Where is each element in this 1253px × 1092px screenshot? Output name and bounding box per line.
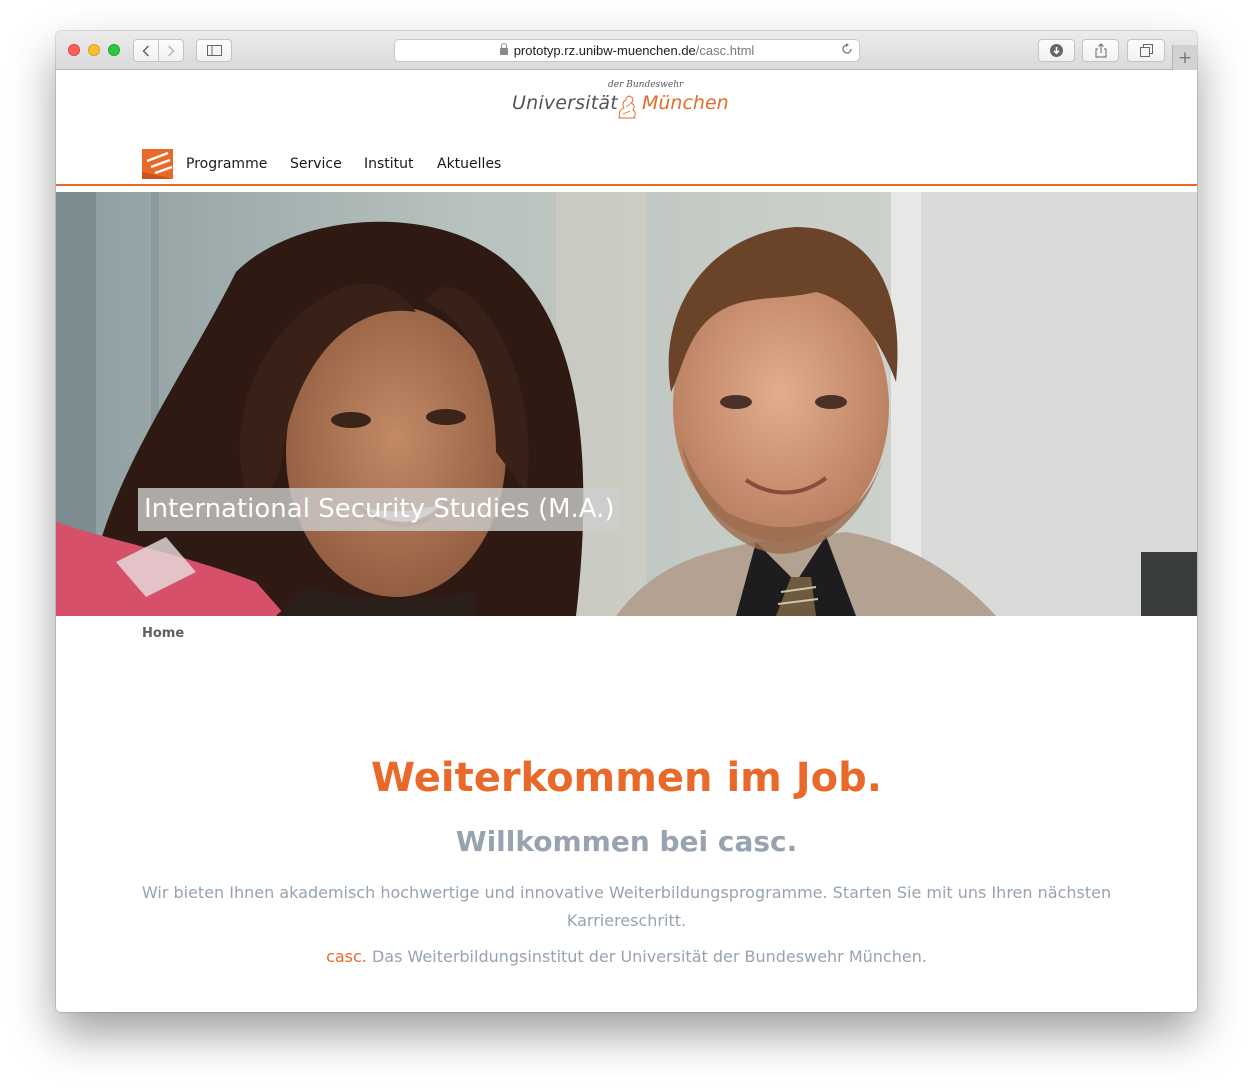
url-path: /casc.html [695,43,755,58]
logo-text-left: Universität [512,92,618,114]
address-bar[interactable]: prototyp.rz.unibw-muenchen.de/casc.html [394,39,860,62]
nav-item-institut[interactable]: Institut [364,156,414,172]
tabs-icon [1139,44,1153,57]
page-subheadline: Willkommen bei casc. [455,825,798,858]
chevron-left-icon [142,44,150,57]
chevron-right-icon [167,44,175,57]
zoom-window-icon[interactable] [108,44,120,56]
hero-banner[interactable]: International Security Studies (M.A.) [56,192,1197,616]
share-icon [1095,43,1106,58]
reload-icon[interactable] [841,42,853,58]
nav-item-programme[interactable]: Programme [186,156,267,172]
sidebar-icon [206,45,222,56]
back-button[interactable] [133,39,159,62]
new-tab-button[interactable]: + [1172,45,1197,70]
download-icon [1050,44,1063,57]
hero-photo [56,192,1197,616]
downloads-button[interactable] [1038,39,1075,62]
plus-icon: + [1177,47,1193,68]
hero-caption[interactable]: International Security Studies (M.A.) [138,488,621,531]
minimize-window-icon[interactable] [88,44,100,56]
crest-icon [618,95,636,119]
tab-overview-button[interactable] [1127,39,1165,62]
breadcrumb-home[interactable]: Home [142,626,184,641]
nav-item-aktuelles[interactable]: Aktuelles [437,156,501,172]
casc-logo-icon[interactable] [142,149,173,179]
logo-subtitle: der Bundeswehr [608,80,684,90]
browser-toolbar: prototyp.rz.unibw-muenchen.de/casc.html … [56,31,1197,70]
page-headline: Weiterkommen im Job. [371,755,882,801]
close-window-icon[interactable] [68,44,80,56]
university-logo[interactable]: der Bundeswehr Universität München [512,78,732,122]
forward-button[interactable] [158,39,184,62]
browser-window: prototyp.rz.unibw-muenchen.de/casc.html … [56,31,1197,1012]
share-button[interactable] [1082,39,1119,62]
logo-text-right: München [642,92,729,114]
sidebar-toggle-button[interactable] [196,39,232,62]
intro-section: Weiterkommen im Job. Willkommen bei casc… [56,750,1197,971]
nav-item-service[interactable]: Service [290,156,342,172]
url-host: prototyp.rz.unibw-muenchen.de [513,43,696,58]
tagline-text: Das Weiterbildungsinstitut der Universit… [366,947,927,966]
tagline: casc. Das Weiterbildungsinstitut der Uni… [56,943,1197,971]
brand-name: casc. [326,947,367,966]
web-page: der Bundeswehr Universität München Progr… [56,70,1197,1012]
main-navigation: Programme Service Institut Aktuelles [56,148,1197,186]
lock-icon [499,43,508,55]
intro-paragraph: Wir bieten Ihnen akademisch hochwertige … [141,883,1112,930]
